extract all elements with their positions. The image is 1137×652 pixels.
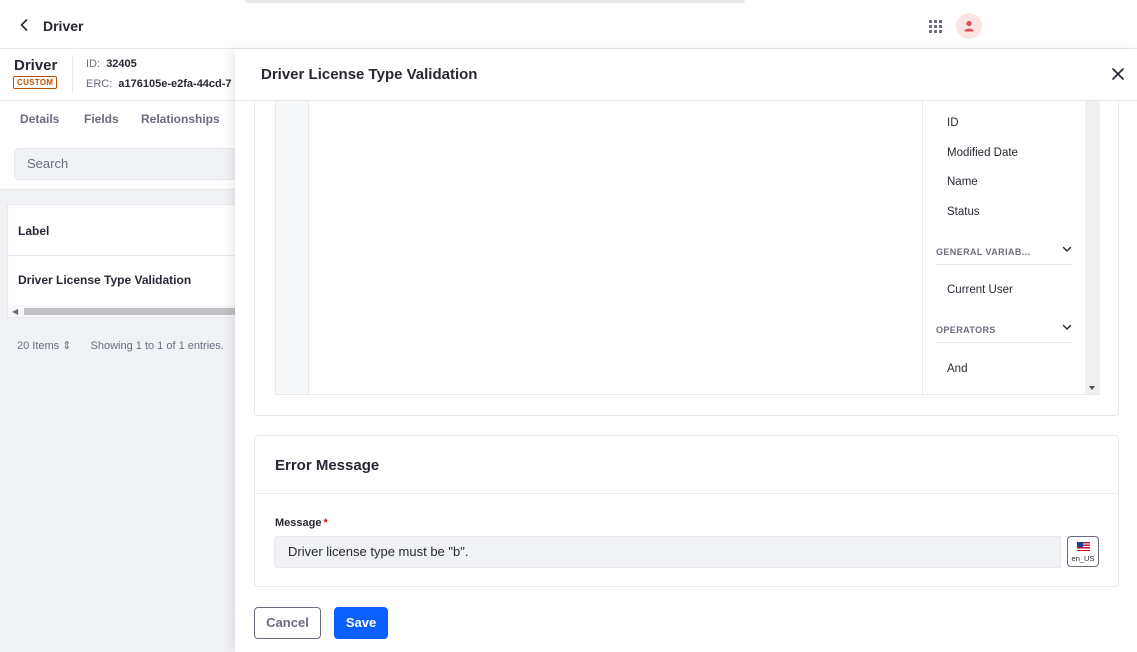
cancel-button[interactable]: Cancel (254, 607, 321, 639)
panel-title: Driver License Type Validation (261, 66, 478, 83)
locale-label: en_US (1071, 554, 1095, 563)
expression-editor[interactable]: ID Modified Date Name Status GENERAL VAR… (275, 101, 1100, 395)
message-input[interactable]: Driver license type must be "b". (274, 536, 1061, 568)
error-message-card: Error Message Message * Driver license ty… (254, 435, 1119, 587)
apps-grid-icon[interactable] (929, 20, 942, 33)
validation-side-panel: Driver License Type Validation ID Modifi… (235, 49, 1137, 652)
editor-line-gutter (276, 101, 309, 394)
search-input[interactable]: Search (14, 148, 235, 180)
entries-summary: Showing 1 to 1 of 1 entries. (90, 340, 224, 352)
column-header-label[interactable]: Label (18, 224, 49, 238)
back-arrow-icon[interactable] (17, 17, 31, 33)
save-button[interactable]: Save (334, 607, 388, 639)
scrollbar-thumb[interactable] (24, 308, 236, 315)
table-divider (8, 255, 236, 256)
elements-sidebar: ID Modified Date Name Status GENERAL VAR… (922, 101, 1100, 394)
object-header: Driver CUSTOM ID: 32405 ERC: a176105e-e2… (0, 49, 235, 101)
section-label: OPERATORS (936, 325, 996, 335)
items-per-page-select[interactable]: 20 Items ⇕ (17, 340, 71, 352)
tab-relationships[interactable]: Relationships (141, 112, 220, 126)
us-flag-icon (1077, 542, 1090, 551)
top-progress-line (245, 0, 745, 3)
user-avatar[interactable] (956, 13, 982, 39)
sidebar-field-name[interactable]: Name (947, 176, 978, 188)
custom-badge: CUSTOM (13, 76, 58, 89)
object-name: Driver (14, 57, 58, 74)
table-row[interactable]: Driver License Type Validation (18, 273, 191, 287)
sidebar-field-status[interactable]: Status (947, 206, 980, 218)
tab-fields[interactable]: Fields (84, 112, 119, 126)
header-divider (72, 55, 73, 93)
message-label: Message * (275, 517, 328, 529)
required-mark: * (323, 517, 328, 529)
user-icon (964, 20, 974, 32)
sidebar-scrollbar[interactable] (1085, 101, 1100, 394)
sidebar-field-id[interactable]: ID (947, 117, 959, 129)
close-icon[interactable] (1111, 67, 1125, 81)
pagination-footer: 20 Items ⇕ Showing 1 to 1 of 1 entries. (17, 339, 224, 352)
validations-table: Label Driver License Type Validation ◀ (7, 204, 236, 318)
general-variables-section[interactable]: GENERAL VARIAB... (936, 241, 1072, 265)
operators-section[interactable]: OPERATORS (936, 319, 1072, 343)
tab-details[interactable]: Details (20, 112, 59, 126)
panel-header: Driver License Type Validation (235, 49, 1137, 101)
expression-builder-card: ID Modified Date Name Status GENERAL VAR… (254, 101, 1119, 416)
error-message-header: Error Message (255, 436, 1118, 494)
page-title: Driver (43, 18, 84, 34)
chevron-down-icon (1062, 322, 1072, 334)
object-tabs: Details Fields Relationships (0, 101, 235, 137)
sort-caret-icon: ⇕ (62, 340, 72, 352)
chevron-down-icon (1062, 244, 1072, 256)
sidebar-operator-and[interactable]: And (947, 363, 967, 375)
horizontal-scrollbar[interactable]: ◀ (8, 305, 236, 317)
top-bar: Driver (0, 0, 1137, 49)
object-erc: ERC: a176105e-e2fa-44cd-7 (86, 78, 232, 90)
sidebar-field-modified-date[interactable]: Modified Date (947, 147, 1018, 159)
scroll-left-icon[interactable]: ◀ (12, 307, 18, 316)
error-message-title: Error Message (275, 457, 380, 474)
scroll-down-icon[interactable] (1089, 386, 1095, 390)
object-id: ID: 32405 (86, 58, 137, 70)
section-label: GENERAL VARIAB... (936, 247, 1031, 257)
sidebar-var-current-user[interactable]: Current User (947, 284, 1013, 296)
locale-selector-button[interactable]: en_US (1067, 536, 1099, 567)
search-bar: Search (0, 137, 235, 190)
